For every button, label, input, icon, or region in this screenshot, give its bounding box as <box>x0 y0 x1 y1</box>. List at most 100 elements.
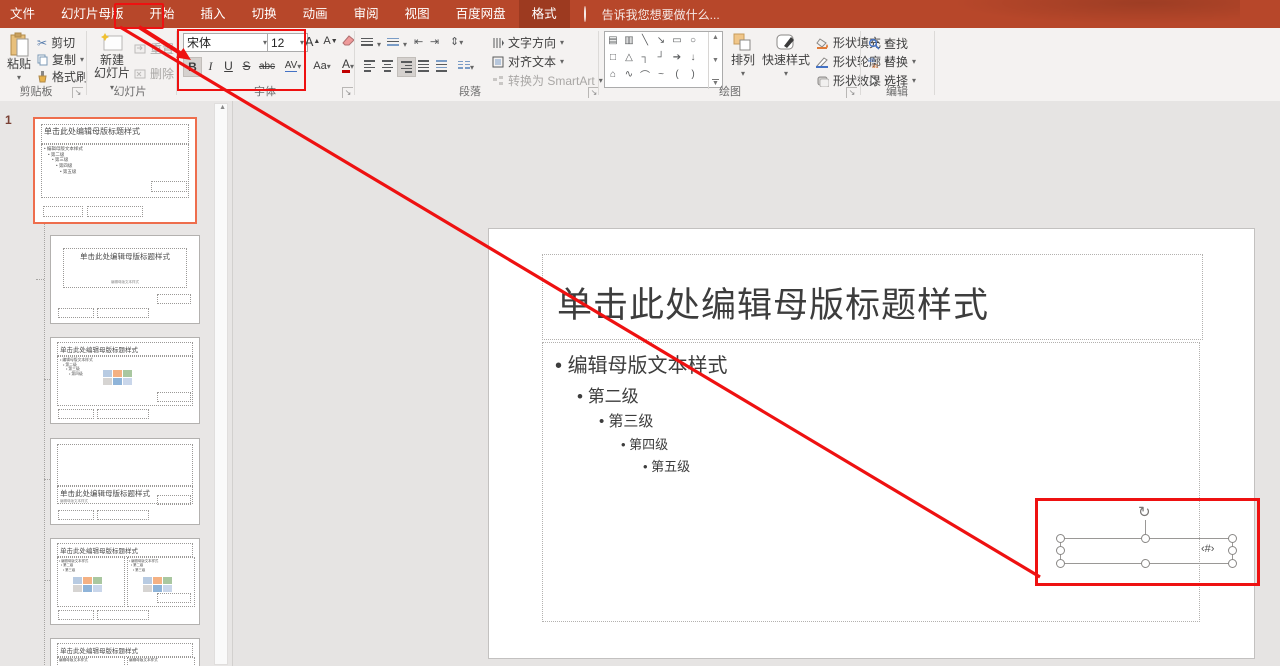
body-placeholder[interactable]: 编辑母版文本样式 第二级 第三级 第四级 第五级 <box>542 342 1200 622</box>
shape-vtextbox-icon[interactable]: ▥ <box>621 32 637 49</box>
bullets-button[interactable]: ▾ <box>361 36 381 50</box>
tab-home[interactable]: 开始 <box>137 0 188 28</box>
align-center-button[interactable] <box>379 57 396 75</box>
resize-handle-bottom-left[interactable] <box>1056 559 1065 568</box>
rotation-handle-icon[interactable]: ↻ <box>1138 505 1151 520</box>
shape-elbow1-icon[interactable]: ┐ <box>637 49 653 66</box>
reset-slide-button[interactable]: 重置 <box>134 40 174 57</box>
shape-right-arrow-icon[interactable]: ➔ <box>669 49 685 66</box>
slide-master-editing-surface[interactable]: 单击此处编辑母版标题样式 编辑母版文本样式 第二级 第三级 第四级 第五级 20… <box>488 228 1255 659</box>
resize-handle-mid-right[interactable] <box>1228 546 1237 555</box>
font-dialog-launcher[interactable]: ↘ <box>342 87 353 98</box>
shape-line-icon[interactable]: ╲ <box>637 32 653 49</box>
align-left-button[interactable] <box>361 57 378 75</box>
decrease-indent-button[interactable]: ⇤ <box>414 35 423 48</box>
shadow-strike-button[interactable]: S <box>238 57 255 75</box>
find-button[interactable]: 查找 <box>868 35 908 52</box>
tab-format[interactable]: 格式 <box>519 0 570 28</box>
shape-freeform-icon[interactable]: ⌂ <box>605 66 621 83</box>
svg-text:ac: ac <box>872 64 878 68</box>
master-slide-number: 1 <box>5 113 12 127</box>
shape-elbow2-icon[interactable]: ┘ <box>653 49 669 66</box>
scroll-up-icon[interactable]: ▲ <box>712 34 719 41</box>
copy-button[interactable]: 复制▾ <box>37 51 84 68</box>
align-right-button[interactable] <box>397 57 416 77</box>
shape-curve-icon[interactable]: ~ <box>653 66 669 83</box>
tab-transitions[interactable]: 切换 <box>239 0 290 28</box>
resize-handle-bottom-center[interactable] <box>1141 559 1150 568</box>
thumbnail-layout-comparison[interactable]: 单击此处编辑母版标题样式 编辑母版文本样式 编辑母版文本样式 <box>50 638 200 666</box>
bold-button[interactable]: B <box>183 57 202 77</box>
numbering-button[interactable]: ▾ <box>387 36 407 50</box>
panel-scrollbar[interactable] <box>214 103 228 665</box>
increase-indent-button[interactable]: ⇥ <box>430 35 439 48</box>
shape-down-arrow-icon[interactable]: ↓ <box>685 49 701 66</box>
line-spacing-button[interactable]: ⇕▾ <box>450 35 463 48</box>
resize-handle-mid-left[interactable] <box>1056 546 1065 555</box>
strikethrough-button[interactable]: abc <box>256 57 278 75</box>
group-label-paragraph: 段落 <box>440 83 500 99</box>
italic-button[interactable]: I <box>202 57 219 75</box>
shape-scribble-icon[interactable]: ∿ <box>621 66 637 83</box>
shape-rectangle-icon[interactable]: ▭ <box>669 32 685 49</box>
font-family-select[interactable]: 宋体▾ <box>183 33 271 52</box>
thumbnail-master[interactable]: 单击此处编辑母版标题样式 编辑母版文本样式第二级第三级第四级第五级 <box>33 117 197 224</box>
slide-thumbnail-panel: 1 单击此处编辑母版标题样式 编辑母版文本样式第二级第三级第四级第五级 单击此处… <box>0 101 232 666</box>
paste-button[interactable]: 粘贴▾ <box>4 32 34 84</box>
tab-animations[interactable]: 动画 <box>290 0 341 28</box>
tell-me-assist[interactable]: 告诉我您想要做什么... <box>584 6 720 23</box>
thumbnail-layout-section-header[interactable]: 单击此处编辑母版标题样式 编辑母版文本样式 <box>50 438 200 525</box>
cut-button[interactable]: ✂剪切 <box>37 34 75 51</box>
tab-file[interactable]: 文件 <box>0 0 48 28</box>
editing-canvas: 单击此处编辑母版标题样式 编辑母版文本样式 第二级 第三级 第四级 第五级 20… <box>233 101 1280 666</box>
columns-button[interactable]: ▾ <box>458 59 474 73</box>
text-direction-button[interactable]: 文字方向▾ <box>492 34 564 51</box>
shape-arrow-line-icon[interactable]: ↘ <box>653 32 669 49</box>
align-text-button[interactable]: 对齐文本▾ <box>492 53 564 70</box>
shape-brace-left-icon[interactable]: ( <box>669 66 685 83</box>
shape-arc-icon[interactable]: ⌒ <box>637 66 653 83</box>
clipboard-dialog-launcher[interactable]: ↘ <box>72 87 83 98</box>
tab-view[interactable]: 视图 <box>392 0 443 28</box>
resize-handle-top-center[interactable] <box>1141 534 1150 543</box>
thumbnail-layout-title-content[interactable]: 单击此处编辑母版标题样式 编辑母版文本样式第二级第三级第四级 <box>50 337 200 424</box>
thumbnail-layout-two-content[interactable]: 单击此处编辑母版标题样式 编辑母版文本样式第二级第三级 编辑母版文本样式第二级第… <box>50 538 200 625</box>
shape-textbox-icon[interactable]: ▤ <box>605 32 621 49</box>
slide-number-field: ‹#› <box>1201 543 1214 555</box>
arrange-button[interactable]: 排列▾ <box>727 32 759 80</box>
thumbnail-layout-title-slide[interactable]: 单击此处编辑母版标题样式 编辑母版文本样式 <box>50 235 200 324</box>
change-case-button[interactable]: Aa▾ <box>310 57 334 75</box>
tab-baidu-netdisk[interactable]: 百度网盘 <box>443 0 519 28</box>
underline-button[interactable]: U <box>220 57 237 75</box>
shape-triangle-icon[interactable]: △ <box>621 49 637 66</box>
shape-gallery[interactable]: ▤▥╲↘▭○□△┐┘➔↓⌂∿⌒~() ▲▼▼ <box>604 31 723 88</box>
font-size-select[interactable]: 12▾ <box>267 33 308 52</box>
resize-handle-top-right[interactable] <box>1228 534 1237 543</box>
grow-font-button[interactable]: A▲ <box>304 32 321 50</box>
replace-button[interactable]: abac替换▾ <box>868 53 916 70</box>
shrink-font-button[interactable]: A▼ <box>322 32 339 50</box>
shape-oval-icon[interactable]: ○ <box>685 32 701 49</box>
title-placeholder[interactable]: 单击此处编辑母版标题样式 <box>542 254 1203 340</box>
convert-smartart-button[interactable]: 转换为 SmartArt▾ <box>492 72 603 89</box>
scrollbar-up-icon[interactable]: ▲ <box>219 104 226 111</box>
shape-gallery-scroll[interactable]: ▲▼▼ <box>708 32 722 89</box>
title-bar: 文件 幻灯片母版 开始 插入 切换 动画 审阅 视图 百度网盘 格式 告诉我您想… <box>0 0 1280 28</box>
scroll-down-icon[interactable]: ▼ <box>712 57 719 64</box>
tab-slide-master[interactable]: 幻灯片母版 <box>48 0 137 28</box>
shape-rounded-rect-icon[interactable]: □ <box>605 49 621 66</box>
delete-slide-button[interactable]: 删除 <box>134 65 174 82</box>
justify-button[interactable] <box>415 57 432 75</box>
lightbulb-icon <box>584 7 595 21</box>
quick-styles-button[interactable]: 快速样式▾ <box>762 32 810 80</box>
tab-review[interactable]: 审阅 <box>341 0 392 28</box>
titlebar-decoration <box>920 0 1240 28</box>
font-color-button[interactable]: A▾ <box>336 57 360 75</box>
resize-handle-top-left[interactable] <box>1056 534 1065 543</box>
shape-brace-right-icon[interactable]: ) <box>685 66 701 83</box>
drawing-dialog-launcher[interactable]: ↘ <box>846 87 857 98</box>
tab-insert[interactable]: 插入 <box>188 0 239 28</box>
distribute-button[interactable] <box>433 57 450 75</box>
resize-handle-bottom-right[interactable] <box>1228 559 1237 568</box>
character-spacing-button[interactable]: AV▾ <box>280 57 306 75</box>
